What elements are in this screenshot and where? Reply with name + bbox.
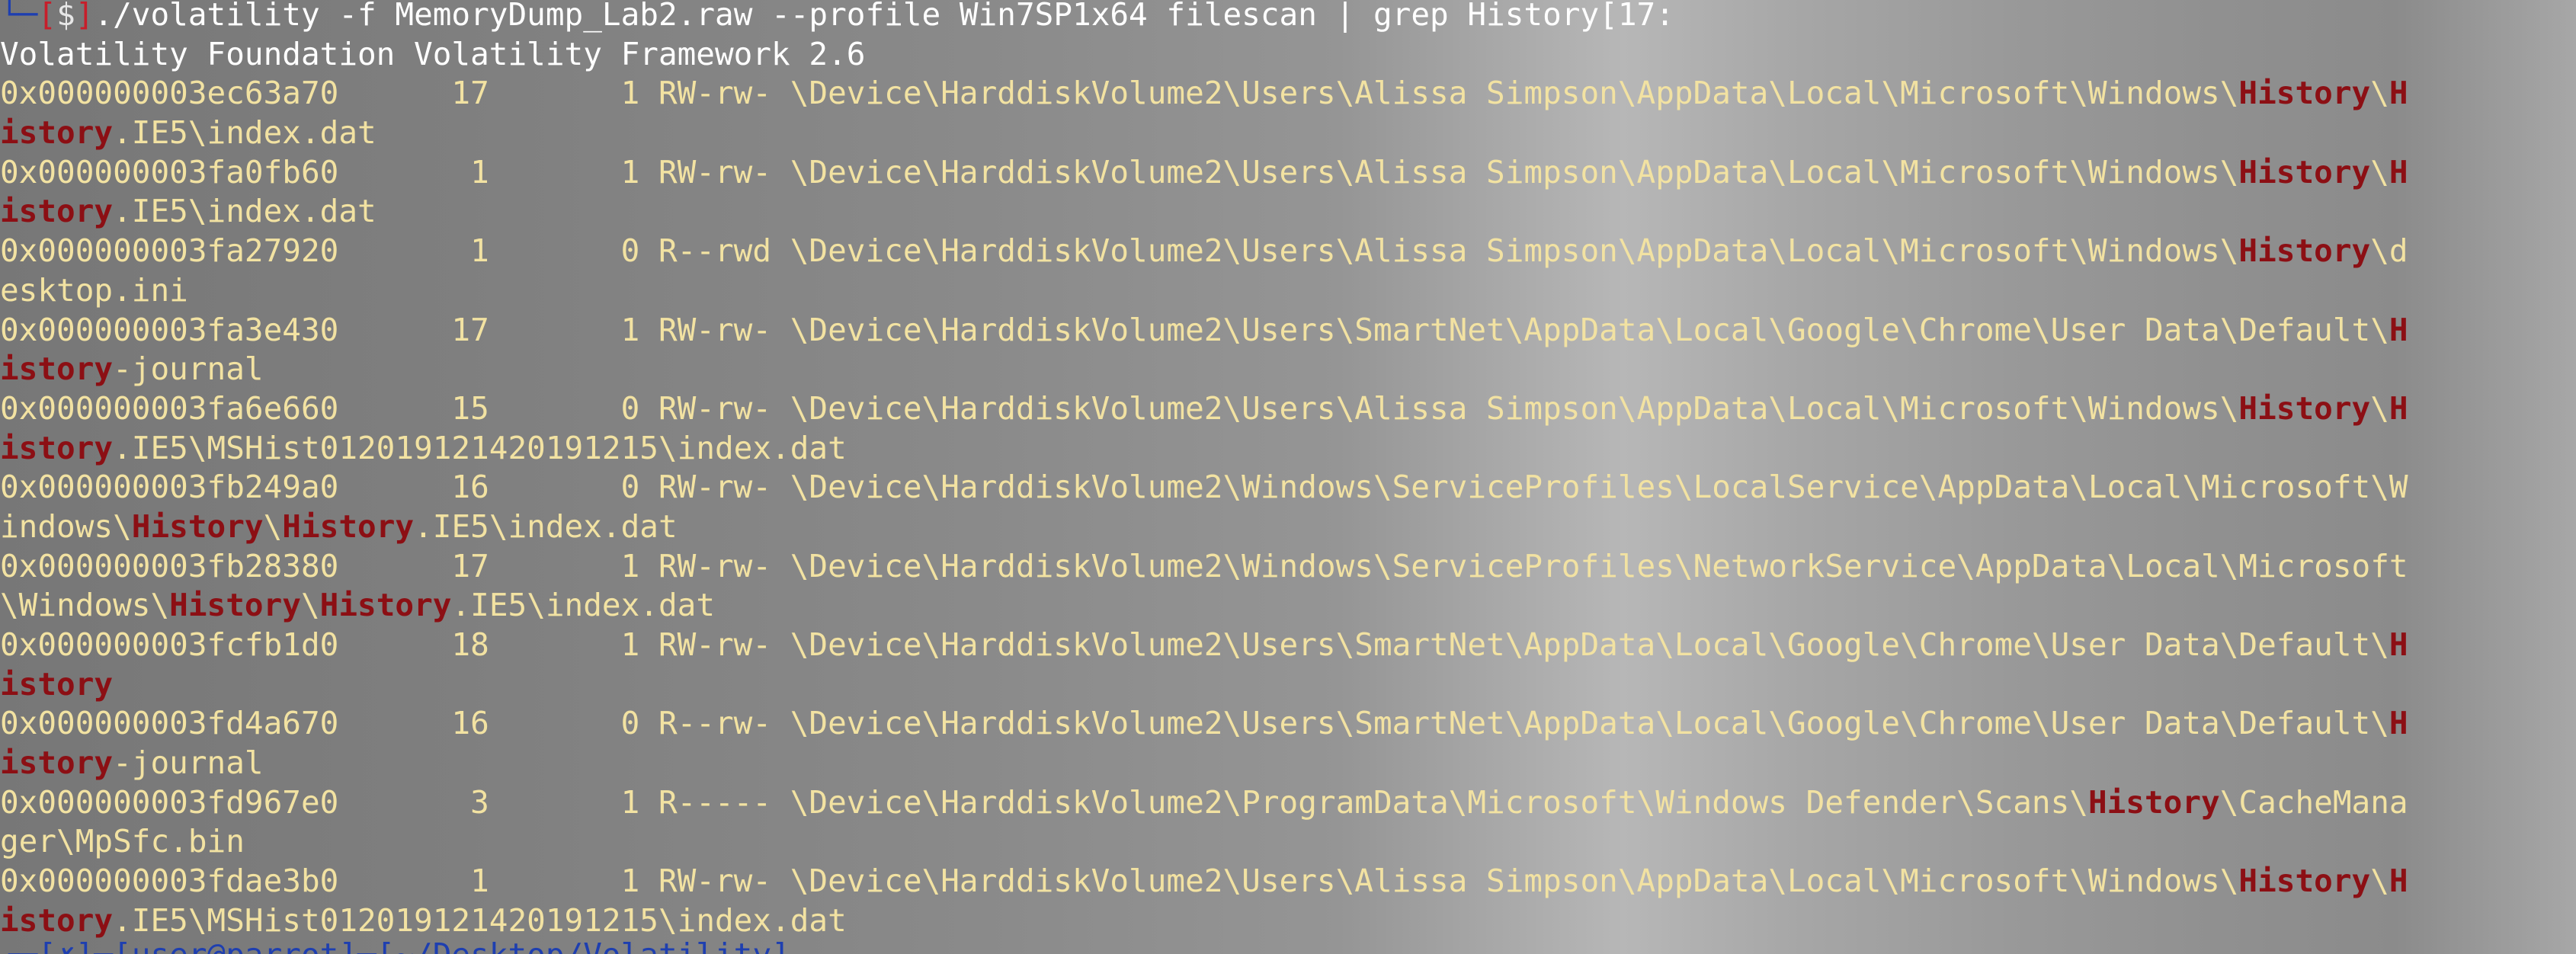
grep-match: History [2238,389,2371,427]
grep-match: H [2389,75,2408,112]
grep-match: H [2389,705,2408,742]
grep-match: H [2389,626,2408,663]
grep-match: istory [0,429,114,466]
output-line: istory-journal [0,744,2576,783]
output-line: istory.IE5\index.dat [0,192,2576,232]
output-line: istory [0,665,2576,705]
output-text: 0x000000003ec63a70 17 1 RW-rw- \Device\H… [0,75,2239,112]
output-line: 0x000000003fa6e660 15 0 RW-rw- \Device\H… [0,389,2576,429]
next-prompt-fragment: ┌─[✗]─[user@parrot]─[~/Desktop/Volatilit… [0,942,2576,954]
grep-match: istory [0,193,114,230]
output-text: ger\MpSfc.bin [0,823,245,860]
output-line: 0x000000003fb249a0 16 0 RW-rw- \Device\H… [0,468,2576,507]
output-line: ger\MpSfc.bin [0,822,2576,862]
grep-match: H [2389,311,2408,348]
output-line: 0x000000003fd4a670 16 0 R--rw- \Device\H… [0,704,2576,744]
prompt-corner: └─ [0,0,38,33]
output-text: 0x000000003fa6e660 15 0 RW-rw- \Device\H… [0,389,2239,427]
output-text: 0x000000003fa0fb60 1 1 RW-rw- \Device\Ha… [0,153,2239,190]
prompt-time: [17: [1599,0,1674,33]
output-text: \ [300,587,320,624]
output-text: 0x000000003fa27920 1 0 R--rwd \Device\Ha… [0,232,2239,270]
grep-match: History [2238,75,2371,112]
output-text: 0x000000003fcfb1d0 18 1 RW-rw- \Device\H… [0,626,2389,663]
output-text: \CacheMana [2219,783,2408,821]
grep-match: History [2238,232,2371,270]
output-text: -journal [113,744,264,782]
output-text: 0x000000003fd4a670 16 0 R--rw- \Device\H… [0,705,2389,742]
output-line: 0x000000003ec63a70 17 1 RW-rw- \Device\H… [0,74,2576,114]
prompt-symbol: $ [56,0,75,33]
output-text: .IE5\index.dat [451,587,716,624]
output-text: \ [2370,863,2389,900]
volatility-banner: Volatility Foundation Volatility Framewo… [0,35,866,72]
grep-match: istory [0,665,114,703]
prompt-open-bracket: [ [37,0,57,33]
output-text: 0x000000003fb249a0 16 0 RW-rw- \Device\H… [0,469,2408,506]
output-line: istory.IE5\MSHist012019121420191215\inde… [0,429,2576,469]
grep-match: H [2389,153,2408,190]
grep-match: History [2238,153,2371,190]
grep-match: History [2087,783,2220,821]
output-text: \ [2370,75,2389,112]
output-text: indows\ [0,507,132,545]
output-line: indows\History\History.IE5\index.dat [0,507,2576,547]
terminal-window[interactable]: └─[$]./volatility -f MemoryDump_Lab2.raw… [0,0,2576,954]
output-text: 0x000000003fd967e0 3 1 R----- \Device\Ha… [0,783,2088,821]
grep-match: History [319,587,452,624]
output-line: istory.IE5\MSHist012019121420191215\inde… [0,901,2576,941]
terminal-output: └─[$]./volatility -f MemoryDump_Lab2.raw… [0,0,2576,941]
grep-match: istory [0,744,114,782]
output-line: 0x000000003fd967e0 3 1 R----- \Device\Ha… [0,783,2576,823]
grep-match: istory [0,114,114,152]
prompt-close-bracket: ] [75,0,95,33]
grep-match: istory [0,901,114,939]
output-text: \Windows\ [0,587,170,624]
grep-match: H [2389,389,2408,427]
output-text: 0x000000003fa3e430 17 1 RW-rw- \Device\H… [0,311,2389,348]
command-line: └─[$]./volatility -f MemoryDump_Lab2.raw… [0,0,2576,35]
output-text: .IE5\index.dat [113,114,376,152]
command-text: ./volatility -f MemoryDump_Lab2.raw --pr… [94,0,1600,33]
grep-match: H [2389,863,2408,900]
output-line: 0x000000003fb28380 17 1 RW-rw- \Device\H… [0,547,2576,587]
output-text: \d [2370,232,2408,270]
output-text: .IE5\MSHist012019121420191215\index.dat [113,901,847,939]
grep-match: istory [0,351,114,388]
output-line: 0x000000003fcfb1d0 18 1 RW-rw- \Device\H… [0,626,2576,665]
output-text: \ [263,507,283,545]
output-line: \Windows\History\History.IE5\index.dat [0,586,2576,626]
output-line: 0x000000003fa0fb60 1 1 RW-rw- \Device\Ha… [0,153,2576,193]
output-line: 0x000000003fdae3b0 1 1 RW-rw- \Device\Ha… [0,862,2576,901]
output-line: 0x000000003fa27920 1 0 R--rwd \Device\Ha… [0,232,2576,271]
output-line: 0x000000003fa3e430 17 1 RW-rw- \Device\H… [0,311,2576,351]
output-text: .IE5\index.dat [414,507,678,545]
output-text: -journal [113,351,264,388]
grep-match: History [282,507,415,545]
output-line: istory-journal [0,350,2576,389]
output-text: esktop.ini [0,271,188,309]
output-line: istory.IE5\index.dat [0,114,2576,153]
grep-match: History [131,507,264,545]
output-text: .IE5\index.dat [113,193,376,230]
grep-match: History [2238,863,2371,900]
output-text: \ [2370,389,2389,427]
grep-match: History [169,587,301,624]
output-text: 0x000000003fb28380 17 1 RW-rw- \Device\H… [0,547,2408,584]
output-line: esktop.ini [0,271,2576,311]
output-text: .IE5\MSHist012019121420191215\index.dat [113,429,847,466]
output-text: 0x000000003fdae3b0 1 1 RW-rw- \Device\Ha… [0,863,2239,900]
output-text: \ [2370,153,2389,190]
